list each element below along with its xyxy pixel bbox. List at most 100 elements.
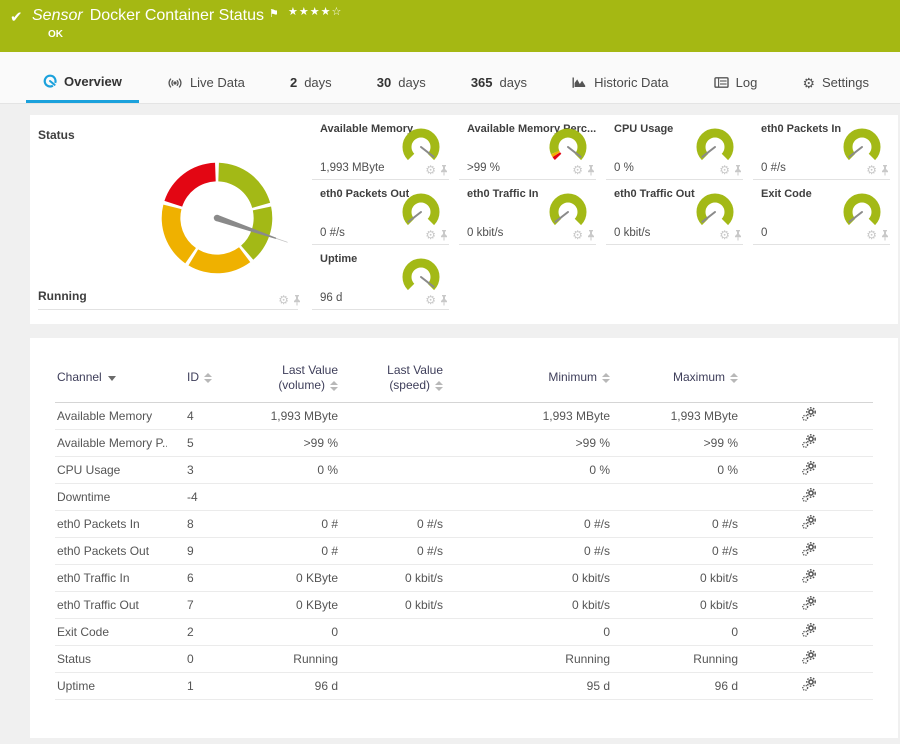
sort-icon: [602, 373, 610, 384]
pin-icon[interactable]: [733, 229, 743, 241]
status-donut-gauge: [161, 162, 288, 274]
channel-gear-icon[interactable]: ⚙: [278, 294, 289, 306]
table-row: Available Memory P... 5 >99 % >99 % >99 …: [55, 429, 873, 457]
minimum-value: Running: [450, 645, 617, 673]
broadcast-icon: [168, 77, 182, 88]
gauge-label: eth0 Packets Out: [320, 188, 410, 200]
minimum-value: 95 d: [450, 672, 617, 700]
last-value-volume: 0 KByte: [240, 564, 345, 592]
tab-number: 365: [470, 75, 493, 90]
mini-gauge: [696, 128, 734, 161]
last-value-volume: 96 d: [240, 672, 345, 700]
last-value-speed: [345, 429, 450, 457]
maximum-value: 96 d: [617, 672, 745, 700]
tab-30-days[interactable]: 30 days: [360, 62, 443, 103]
gauge-value: 0 #/s: [761, 162, 786, 174]
table-row: eth0 Packets Out 9 0 # 0 #/s 0 #/s 0 #/s: [55, 537, 873, 565]
minimum-value: 0 #/s: [450, 537, 617, 565]
channel-gear-icon[interactable]: ⚙: [866, 229, 877, 241]
channel-settings-gears-icon[interactable]: [802, 461, 816, 475]
channel-gear-icon[interactable]: ⚙: [425, 229, 436, 241]
pin-icon[interactable]: [439, 294, 449, 306]
channel-gear-icon[interactable]: ⚙: [425, 164, 436, 176]
channel-gear-icon[interactable]: ⚙: [572, 164, 583, 176]
channel-gear-icon[interactable]: ⚙: [719, 229, 730, 241]
gauge-cell-eth0-traffic-out: eth0 Traffic Out 0 kbit/s ⚙: [604, 180, 751, 245]
last-value-speed: [345, 483, 450, 511]
tab-settings[interactable]: ⚙ Settings: [785, 62, 886, 103]
last-value-speed: [345, 402, 450, 430]
channel-settings-gears-icon[interactable]: [802, 515, 816, 529]
channel-settings-gears-icon[interactable]: [802, 650, 816, 664]
gauge-cell-available-memory-percent: Available Memory Perc... >99 % ⚙: [457, 115, 604, 180]
status-gauge-value: Running: [38, 289, 87, 303]
pin-icon[interactable]: [586, 164, 596, 176]
pin-icon[interactable]: [292, 294, 302, 306]
gauge-label: eth0 Traffic Out: [614, 188, 695, 200]
minimum-value: >99 %: [450, 429, 617, 457]
col-label: Maximum: [672, 370, 725, 385]
table-row: Exit Code 2 0 0 0: [55, 618, 873, 646]
channel-settings-gears-icon[interactable]: [802, 488, 816, 502]
minimum-value: 0 kbit/s: [450, 591, 617, 619]
last-value-volume: 1,993 MByte: [240, 402, 345, 430]
channel-settings-gears-icon[interactable]: [802, 569, 816, 583]
pin-icon[interactable]: [439, 164, 449, 176]
tab-label: days: [304, 75, 332, 90]
sensor-title: Docker Container Status: [89, 7, 265, 24]
tab-365-days[interactable]: 365 days: [454, 62, 544, 103]
channel-id: 2: [167, 618, 240, 646]
channel-id: 8: [167, 510, 240, 538]
tab-label: days: [499, 75, 527, 90]
col-header-id[interactable]: ID: [167, 354, 240, 403]
channel-settings-gears-icon[interactable]: [802, 407, 816, 421]
pin-icon[interactable]: [880, 229, 890, 241]
pin-icon[interactable]: [439, 229, 449, 241]
tab-log[interactable]: Log: [697, 62, 775, 103]
channel-settings-gears-icon[interactable]: [802, 596, 816, 610]
pin-icon[interactable]: [880, 164, 890, 176]
table-row: CPU Usage 3 0 % 0 % 0 %: [55, 456, 873, 484]
tab-historic-data[interactable]: Historic Data: [555, 62, 685, 103]
channel-gear-icon[interactable]: ⚙: [572, 229, 583, 241]
channel-settings-gears-icon[interactable]: [802, 542, 816, 556]
col-header-maximum[interactable]: Maximum: [617, 354, 745, 403]
mini-gauge: [402, 128, 440, 161]
channel-id: -4: [167, 483, 240, 511]
channel-id: 1: [167, 672, 240, 700]
col-header-minimum[interactable]: Minimum: [450, 354, 617, 403]
col-header-last-value-volume[interactable]: Last Value (volume): [240, 354, 345, 403]
channel-gear-icon[interactable]: ⚙: [866, 164, 877, 176]
pin-icon[interactable]: [733, 164, 743, 176]
gauge-cell-exit-code: Exit Code 0 ⚙: [751, 180, 898, 245]
table-row: eth0 Packets In 8 0 # 0 #/s 0 #/s 0 #/s: [55, 510, 873, 538]
tab-label: days: [398, 75, 426, 90]
ok-check-icon: ✔: [10, 9, 23, 26]
pin-icon[interactable]: [586, 229, 596, 241]
tab-overview[interactable]: Overview: [26, 62, 139, 103]
last-value-speed: 0 kbit/s: [345, 564, 450, 592]
tab-live-data[interactable]: Live Data: [150, 62, 262, 103]
channel-id: 5: [167, 429, 240, 457]
flag-icon[interactable]: ⚑: [269, 8, 279, 20]
channel-gear-icon[interactable]: ⚙: [425, 294, 436, 306]
col-header-channel[interactable]: Channel: [55, 354, 167, 403]
col-header-last-value-speed[interactable]: Last Value (speed): [345, 354, 450, 403]
channel-settings-gears-icon[interactable]: [802, 623, 816, 637]
tab-2-days[interactable]: 2 days: [273, 62, 349, 103]
overview-gauges-panel: Status Running ⚙ Available Memory 1,993 …: [30, 115, 898, 324]
last-value-volume: 0 KByte: [240, 591, 345, 619]
mini-gauge: [843, 193, 881, 226]
last-value-speed: [345, 456, 450, 484]
channel-name: Uptime: [55, 672, 167, 700]
sort-icon: [730, 373, 738, 384]
priority-stars[interactable]: ★★★★☆: [288, 5, 342, 18]
minimum-value: 0: [450, 618, 617, 646]
channel-name: eth0 Traffic In: [55, 564, 167, 592]
channel-gear-icon[interactable]: ⚙: [719, 164, 730, 176]
last-value-volume: Running: [240, 645, 345, 673]
channel-settings-gears-icon[interactable]: [802, 677, 816, 691]
maximum-value: 1,993 MByte: [617, 402, 745, 430]
channel-settings-gears-icon[interactable]: [802, 434, 816, 448]
status-gauge-label: Status: [38, 128, 75, 142]
